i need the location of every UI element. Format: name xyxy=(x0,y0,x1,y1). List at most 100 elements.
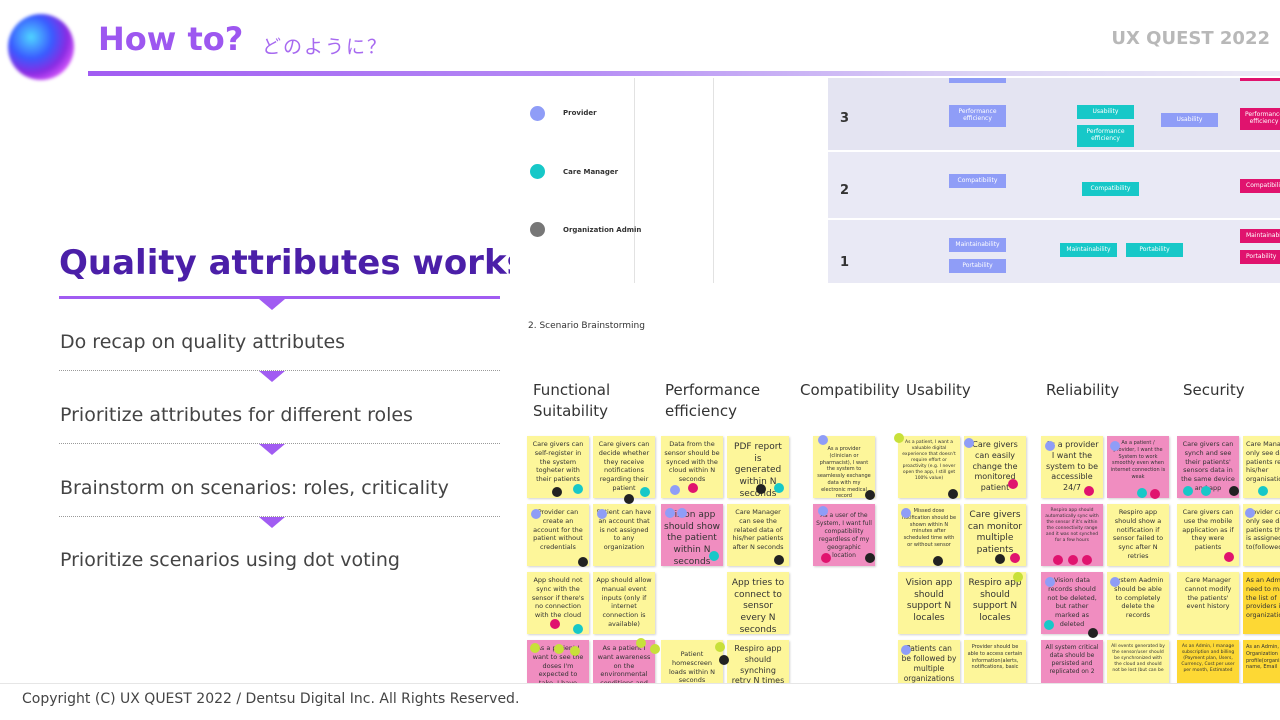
vote-dot xyxy=(640,487,650,497)
sticky-note: Respiro app should synching retry N time… xyxy=(727,640,789,683)
vote-dot xyxy=(1013,572,1023,582)
vote-dot xyxy=(624,494,634,504)
column-usability: Usability xyxy=(906,381,971,399)
sticky-note: As an Admin, the Organization profile(or… xyxy=(1243,640,1280,683)
tag-usability: Usability xyxy=(1161,113,1218,127)
divider xyxy=(713,78,714,283)
role-care-manager: Care Manager xyxy=(563,168,619,176)
row-number: 3 xyxy=(840,111,850,126)
vote-dot xyxy=(1183,486,1193,496)
vote-dot xyxy=(709,551,719,561)
vote-dot xyxy=(530,643,540,653)
matrix-row-1 xyxy=(828,220,1280,283)
vote-dot xyxy=(719,655,729,665)
sticky-note: App should allow manual event inputs (on… xyxy=(593,572,655,634)
vote-dot xyxy=(552,487,562,497)
sticky-note: All events generated by the sensor/user … xyxy=(1107,640,1169,683)
step-4: Prioritize scenarios using dot voting xyxy=(60,549,400,571)
vote-dot xyxy=(818,506,828,516)
step-arrow-icon xyxy=(259,444,285,455)
tag-performance: Performance efficiency xyxy=(949,105,1006,127)
row-number: 1 xyxy=(840,255,850,270)
vote-dot xyxy=(1084,486,1094,496)
step-arrow-icon xyxy=(259,371,285,382)
tag-maintainability: Maintainability xyxy=(1060,243,1117,257)
vote-dot xyxy=(554,644,564,654)
vote-dot xyxy=(1258,486,1268,496)
vote-dot xyxy=(1229,486,1239,496)
column-security: Security xyxy=(1183,381,1245,399)
sticky-note: All system critical data should be persi… xyxy=(1041,640,1103,683)
step-arrow-icon xyxy=(259,299,285,310)
tag-maintainability: Maintainability xyxy=(949,238,1006,252)
priority-matrix: 3 Performance efficiency Usability Perfo… xyxy=(828,78,1280,283)
vote-dot xyxy=(894,433,904,443)
vote-dot xyxy=(570,646,580,656)
workshop-board-screenshot: Provider Care Manager Organization Admin… xyxy=(510,78,1280,683)
tag-portability: Portability xyxy=(1240,250,1280,264)
vote-dot xyxy=(821,553,831,563)
vote-dot xyxy=(1201,486,1211,496)
vote-dot xyxy=(688,483,698,493)
header-divider xyxy=(88,71,1280,76)
vote-dot xyxy=(1068,555,1078,565)
vote-dot xyxy=(948,489,958,499)
sticky-note: Patient homescreen loads within N second… xyxy=(661,640,723,683)
step-3: Brainstorm on scenarios: roles, critical… xyxy=(60,477,449,499)
step-1: Do recap on quality attributes xyxy=(60,331,346,353)
vote-dot xyxy=(1082,555,1092,565)
tag-maintainability: Maintainability xyxy=(1240,229,1280,243)
vote-dot xyxy=(665,508,675,518)
vote-dot xyxy=(865,490,875,500)
vote-dot xyxy=(1045,577,1055,587)
vote-dot xyxy=(933,556,943,566)
vote-dot xyxy=(964,438,974,448)
vote-dot xyxy=(677,508,687,518)
vote-dot xyxy=(1010,553,1020,563)
vote-dot xyxy=(715,642,725,652)
vote-dot xyxy=(1110,577,1120,587)
vote-dot xyxy=(1053,555,1063,565)
vote-dot xyxy=(1045,441,1055,451)
section-label: 2. Scenario Brainstorming xyxy=(528,321,645,331)
vote-dot xyxy=(1137,488,1147,498)
vote-dot xyxy=(636,638,646,648)
divider xyxy=(634,78,635,283)
sticky-note: Respiro app should show a notification i… xyxy=(1107,504,1169,566)
vote-dot xyxy=(818,435,828,445)
sticky-note: As an Admin, I manage subscription and b… xyxy=(1177,640,1239,683)
tag-partial xyxy=(1240,78,1280,81)
vote-dot xyxy=(597,509,607,519)
footer-divider xyxy=(0,683,1280,684)
vote-dot xyxy=(531,509,541,519)
vote-dot xyxy=(650,644,660,654)
vote-dot xyxy=(573,484,583,494)
tag-performance: Performance efficiency xyxy=(1077,125,1134,147)
vote-dot xyxy=(550,619,560,629)
vote-dot xyxy=(1150,489,1160,499)
vote-dot xyxy=(774,555,784,565)
sticky-note: Vision app should support N locales xyxy=(898,572,960,634)
tag-performance: Performance efficiency xyxy=(1240,108,1280,130)
step-arrow-icon xyxy=(259,517,285,528)
tag-partial xyxy=(949,78,1006,83)
column-compatibility: Compatibility xyxy=(800,381,900,399)
vote-dot xyxy=(573,624,583,634)
vote-dot xyxy=(670,485,680,495)
tag-portability: Portability xyxy=(949,259,1006,273)
vote-dot xyxy=(901,645,911,655)
care-manager-dot-icon xyxy=(530,164,545,179)
ux-quest-logo xyxy=(8,14,74,80)
matrix-row-2 xyxy=(828,152,1280,218)
tag-compatibility: Compatibility xyxy=(949,174,1006,188)
column-performance-efficiency: Performance efficiency xyxy=(665,381,761,421)
row-number: 2 xyxy=(840,183,850,198)
provider-dot-icon xyxy=(530,106,545,121)
vote-dot xyxy=(995,554,1005,564)
org-admin-dot-icon xyxy=(530,222,545,237)
role-provider: Provider xyxy=(563,109,597,117)
sticky-note: As a provider (clinician or pharmacist),… xyxy=(813,436,875,498)
tag-portability: Portability xyxy=(1126,243,1183,257)
column-functional-suitability: Functional Suitability xyxy=(533,381,611,421)
sticky-note: Provider should be able to access certai… xyxy=(964,640,1026,683)
